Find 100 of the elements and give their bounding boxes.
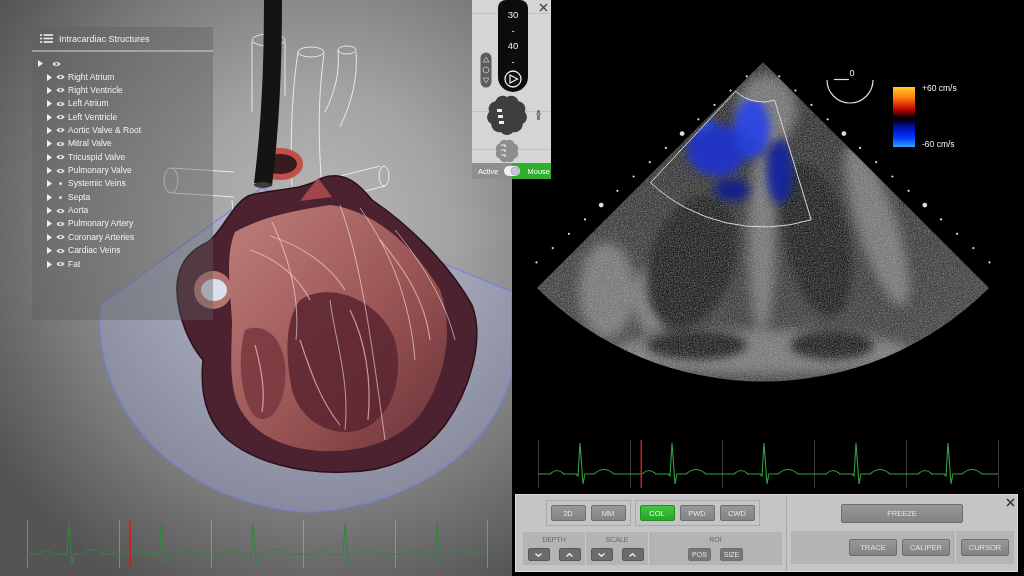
caret-icon[interactable] [47,113,52,121]
scale-label: 40 [507,39,519,53]
caret-icon[interactable] [47,260,52,268]
depth-marker [535,261,538,264]
caret-icon[interactable] [47,247,52,255]
depth-marker [632,175,635,178]
depth-marker [859,146,862,149]
tree-item-label[interactable]: Right Ventricle [68,84,123,96]
caret-icon[interactable] [47,220,52,228]
step-up-button[interactable] [621,548,644,561]
close-icon[interactable] [539,3,548,12]
depth-marker [826,118,829,121]
depth-marker [567,232,570,235]
tree-item-label[interactable]: Aorta [68,205,89,217]
eye-icon[interactable] [56,167,65,174]
step-down-button[interactable] [527,548,550,561]
eye-icon[interactable] [56,100,65,107]
angle-value: 0 [849,68,855,78]
dot-icon[interactable] [59,195,62,199]
depth-marker [729,89,732,92]
scale-label: - [511,23,515,38]
tree-item-label[interactable]: Cardiac Veins [68,245,121,257]
close-icon[interactable] [1006,498,1015,507]
depth-marker [841,131,847,136]
depth-marker [697,118,700,121]
depth-marker [972,247,975,250]
caret-icon[interactable] [47,153,52,161]
caret-icon[interactable] [38,60,43,68]
eye-icon[interactable] [56,127,65,134]
tree-item-label[interactable]: Aortic Valve & Root [68,124,142,136]
depth-marker [875,161,878,164]
eye-icon[interactable] [52,60,61,67]
depth-marker [778,75,781,78]
toggle-switch-icon[interactable] [501,163,522,179]
eye-icon[interactable] [56,74,65,81]
depth-marker [664,146,667,149]
chevron-down-icon [598,552,605,557]
depth-marker [988,261,991,264]
tree-item-label[interactable]: Right Atrium [68,71,115,83]
depth-marker [745,75,748,78]
latch-icon [536,110,541,120]
depth-marker [679,131,685,136]
eye-icon[interactable] [56,261,65,268]
eye-icon[interactable] [56,114,65,121]
depth-marker [583,218,587,221]
caret-icon[interactable] [47,180,52,188]
tree-item-label[interactable]: Tricuspid Valve [68,151,126,163]
velocity-color-bar [893,87,915,147]
eye-icon[interactable] [56,221,65,227]
caret-icon[interactable] [47,207,52,215]
panel-title: Intracardiac Structures [59,33,150,44]
tree-item-label[interactable]: Left Atrium [68,98,109,110]
depth-marker [956,232,959,235]
depth-marker [922,202,928,208]
scale-max-label: +60 cm/s [922,83,957,93]
depth-marker [551,247,554,250]
caret-icon[interactable] [47,167,52,175]
caret-icon[interactable] [47,140,52,148]
depth-marker [598,202,604,208]
tree-item-label[interactable]: Pulmonary Valve [68,165,132,177]
rocker-control-icon[interactable] [480,52,492,88]
eye-icon[interactable] [56,247,65,254]
depth-marker [713,103,716,106]
eye-icon[interactable] [56,154,65,161]
list-icon[interactable] [40,34,53,43]
eye-icon[interactable] [56,87,65,94]
tree-item-label[interactable]: Mitral Valve [68,138,112,150]
eye-icon[interactable] [56,207,65,214]
caret-icon[interactable] [47,233,52,241]
scale-label: - [511,54,515,69]
tree-item-label[interactable]: Pulmonary Artery [68,218,134,230]
tree-item-label[interactable]: Fat [68,258,81,270]
chevron-down-icon [535,552,542,557]
dot-icon[interactable] [59,182,62,186]
depth-marker [939,218,943,221]
sweep-cursor [640,440,642,488]
caret-icon[interactable] [47,193,52,201]
scalloped-dial-icon[interactable] [485,93,529,137]
scale-label: 30 [507,8,519,22]
depth-marker [907,189,910,192]
caret-icon[interactable] [47,86,52,94]
step-up-button[interactable] [558,548,581,561]
caret-icon[interactable] [47,73,52,81]
chevron-up-icon [566,552,573,557]
sweep-cursor [129,520,131,568]
depth-marker [891,175,894,178]
depth-marker [616,189,619,192]
caret-icon[interactable] [47,126,52,134]
caret-icon[interactable] [47,100,52,108]
tree-item-label[interactable]: Systemic Veins [68,178,126,190]
chevron-up-icon [629,552,636,557]
tree-item-label[interactable]: Septa [68,191,91,203]
scale-min-label: -60 cm/s [922,139,956,149]
angle-dial-icon [826,78,874,104]
step-down-button[interactable] [590,548,613,561]
tree-item-label[interactable]: Coronary Arteries [68,231,135,243]
tree-item-label[interactable]: Left Ventricle [68,111,118,123]
depth-marker [794,89,797,92]
eye-icon[interactable] [56,234,65,241]
eye-icon[interactable] [56,140,65,147]
